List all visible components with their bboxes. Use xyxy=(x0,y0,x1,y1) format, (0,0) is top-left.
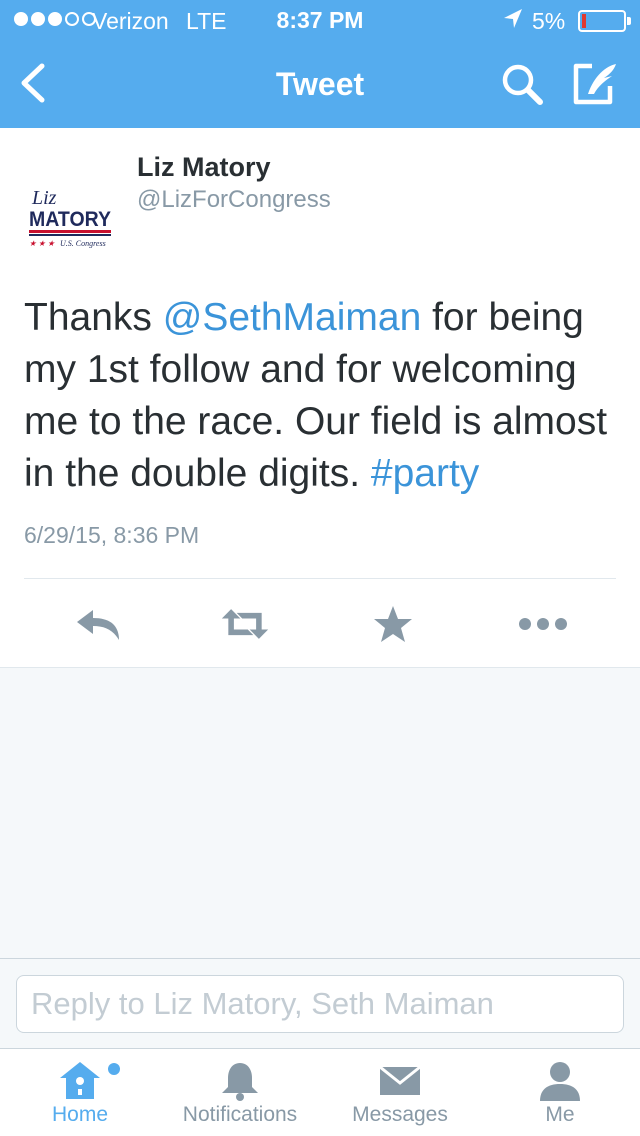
status-bar: Verizon LTE 8:37 PM 5% xyxy=(0,0,640,40)
top-bar: Verizon LTE 8:37 PM 5% Tweet xyxy=(0,0,640,128)
svg-text:★ ★ ★: ★ ★ ★ xyxy=(29,239,55,248)
compose-icon[interactable] xyxy=(568,60,622,108)
favorite-icon xyxy=(374,606,412,642)
tab-me[interactable]: Me xyxy=(480,1049,640,1136)
hashtag-link[interactable]: #party xyxy=(371,452,479,495)
notification-dot xyxy=(108,1063,120,1075)
battery-icon xyxy=(578,10,631,32)
svg-text:Liz: Liz xyxy=(31,187,57,209)
mention-link[interactable]: @SethMaiman xyxy=(163,296,422,339)
retweet-icon xyxy=(221,609,269,639)
envelope-icon xyxy=(379,1065,421,1095)
tab-messages[interactable]: Messages xyxy=(320,1049,480,1136)
avatar[interactable]: Liz MATORY ★ ★ ★ U.S. Congress xyxy=(26,180,116,270)
tab-label: Notifications xyxy=(182,1103,298,1126)
more-icon xyxy=(519,618,567,630)
tab-label: Home xyxy=(51,1103,109,1126)
search-icon[interactable] xyxy=(498,60,546,108)
divider xyxy=(24,578,616,579)
author-name[interactable]: Liz Matory xyxy=(137,152,271,183)
retweet-button[interactable] xyxy=(220,602,270,646)
tab-label: Messages xyxy=(352,1103,448,1126)
liz-matory-logo: Liz MATORY ★ ★ ★ U.S. Congress xyxy=(29,187,111,248)
reply-bar xyxy=(0,958,640,1048)
tweet-text-part: Thanks xyxy=(24,296,163,339)
svg-text:MATORY: MATORY xyxy=(29,208,111,231)
tab-notifications[interactable]: Notifications xyxy=(160,1049,320,1136)
tweet-card: Liz MATORY ★ ★ ★ U.S. Congress Liz Mator… xyxy=(0,128,640,668)
tweet-timestamp: 6/29/15, 8:36 PM xyxy=(24,522,200,548)
battery-percent: 5% xyxy=(532,8,566,34)
tweet-text: Thanks @SethMaiman for being my 1st foll… xyxy=(24,292,624,500)
person-icon xyxy=(540,1062,580,1101)
author-handle[interactable]: @LizForCongress xyxy=(137,186,331,214)
location-arrow-icon xyxy=(504,9,522,28)
more-button[interactable] xyxy=(518,602,568,646)
tab-home[interactable]: Home xyxy=(0,1049,160,1136)
svg-text:U.S. Congress: U.S. Congress xyxy=(60,239,106,248)
tab-bar: Home Notifications Messages Me xyxy=(0,1048,640,1136)
home-icon xyxy=(60,1062,100,1099)
bell-icon xyxy=(222,1063,258,1101)
reply-button[interactable] xyxy=(74,602,124,646)
favorite-button[interactable] xyxy=(368,602,418,646)
reply-input[interactable] xyxy=(16,975,624,1033)
reply-icon xyxy=(77,610,119,640)
tab-label: Me xyxy=(545,1103,575,1126)
